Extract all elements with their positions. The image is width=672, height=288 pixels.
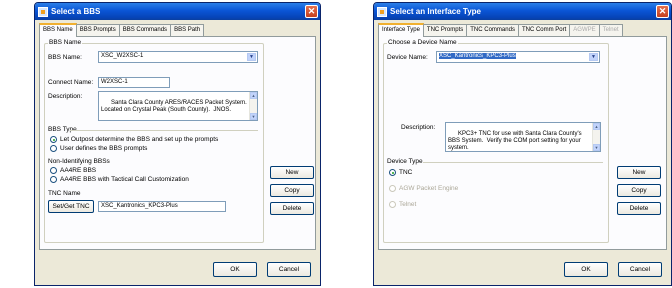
radio-dot[interactable] <box>389 169 396 176</box>
bbs-name-combo[interactable]: XSC_W2XSC-1 ▼ <box>98 51 258 63</box>
ok-button[interactable]: OK <box>564 262 608 277</box>
new-button[interactable]: New <box>617 166 661 179</box>
radio-dot[interactable] <box>50 176 57 183</box>
radio-dot[interactable] <box>50 136 57 143</box>
chevron-down-icon[interactable]: ▼ <box>247 53 256 61</box>
tab-bbs-name[interactable]: BBS Name <box>39 23 77 37</box>
description-label: Description: <box>48 93 83 100</box>
tab-strip: BBS Name BBS Prompts BBS Commands BBS Pa… <box>39 23 316 37</box>
radio-label: AGW Packet Engine <box>399 185 459 192</box>
scroll-up-icon[interactable]: ▲ <box>593 123 600 130</box>
bbs-name-label: BBS Name: <box>48 54 82 61</box>
ok-button[interactable]: OK <box>213 262 257 277</box>
delete-button[interactable]: Delete <box>617 202 661 215</box>
tab-interface-type[interactable]: Interface Type <box>378 23 424 37</box>
bbs-name-group <box>44 43 264 243</box>
device-name-label: Device Name: <box>387 54 428 61</box>
radio-aa4re-tactical[interactable]: AA4RE BBS with Tactical Call Customizati… <box>50 176 189 183</box>
non-identifying-label: Non-Identifying BBSs <box>48 158 110 165</box>
description-value: KPC3+ TNC for use with Santa Clara Count… <box>448 131 584 151</box>
device-name-value: XSC_Kantronics_KPC3-Plus <box>439 53 516 59</box>
scroll-down-icon[interactable]: ▼ <box>250 113 257 120</box>
app-icon <box>38 6 48 17</box>
title-bar[interactable]: Select a BBS ✕ <box>35 3 320 20</box>
radio-tnc[interactable]: TNC <box>389 169 412 176</box>
new-button[interactable]: New <box>270 166 314 179</box>
device-name-combo[interactable]: XSC_Kantronics_KPC3-Plus ▼ <box>436 51 600 63</box>
select-bbs-dialog: Select a BBS ✕ BBS Name BBS Prompts BBS … <box>34 2 321 286</box>
connect-name-label: Connect Name: <box>48 79 94 86</box>
bbs-name-group-label: BBS Name <box>48 39 83 46</box>
cancel-button[interactable]: Cancel <box>267 262 311 277</box>
connect-name-value: W2XSC-1 <box>101 79 128 85</box>
tab-page: BBS Name BBS Name: XSC_W2XSC-1 ▼ Connect… <box>39 36 316 250</box>
radio-label: Let Outpost determine the BBS and set up… <box>60 136 219 143</box>
description-textarea[interactable]: KPC3+ TNC for use with Santa Clara Count… <box>445 122 601 152</box>
radio-user-defines[interactable]: User defines the BBS prompts <box>50 145 147 152</box>
dialog-title: Select a BBS <box>51 7 101 16</box>
bbs-type-divider <box>70 130 258 131</box>
app-icon <box>377 6 387 17</box>
radio-label: AA4RE BBS <box>60 167 97 174</box>
scroll-down-icon[interactable]: ▼ <box>593 144 600 151</box>
dialog-title: Select an Interface Type <box>390 7 481 16</box>
close-icon[interactable]: ✕ <box>656 5 669 18</box>
radio-agw-packet-engine: AGW Packet Engine <box>389 185 458 192</box>
scroll-up-icon[interactable]: ▲ <box>250 92 257 99</box>
tnc-name-input[interactable]: XSC_Kantronics_KPC3-Plus <box>98 201 226 212</box>
radio-label: User defines the BBS prompts <box>60 145 148 152</box>
radio-dot <box>389 201 396 208</box>
description-scrollbar[interactable]: ▲ ▼ <box>592 123 600 151</box>
radio-label: TNC <box>399 169 413 176</box>
device-type-label: Device Type <box>387 158 423 165</box>
copy-button[interactable]: Copy <box>270 184 314 197</box>
radio-dot <box>389 185 396 192</box>
chevron-down-icon[interactable]: ▼ <box>589 53 598 61</box>
cancel-button[interactable]: Cancel <box>618 262 662 277</box>
radio-dot[interactable] <box>50 167 57 174</box>
device-type-divider <box>423 162 603 163</box>
radio-telnet: Telnet <box>389 201 416 208</box>
delete-button[interactable]: Delete <box>270 202 314 215</box>
set-get-tnc-button[interactable]: Set/Get TNC <box>48 200 94 213</box>
radio-aa4re-bbs[interactable]: AA4RE BBS <box>50 167 96 174</box>
device-name-group-label: Choose a Device Name <box>387 39 458 46</box>
close-icon[interactable]: ✕ <box>305 5 318 18</box>
tnc-name-label: TNC Name <box>48 190 81 197</box>
copy-button[interactable]: Copy <box>617 184 661 197</box>
radio-label: Telnet <box>399 201 417 208</box>
description-textarea[interactable]: Santa Clara County ARES/RACES Packet Sys… <box>98 91 258 121</box>
radio-dot[interactable] <box>50 145 57 152</box>
tab-strip: Interface Type TNC Prompts TNC Commands … <box>378 23 667 37</box>
select-interface-type-dialog: Select an Interface Type ✕ Interface Typ… <box>373 2 672 286</box>
description-label: Description: <box>401 124 436 131</box>
title-bar[interactable]: Select an Interface Type ✕ <box>374 3 671 20</box>
tab-page: Choose a Device Name Device Name: XSC_Ka… <box>378 36 667 250</box>
radio-outpost-determines[interactable]: Let Outpost determine the BBS and set up… <box>50 136 218 143</box>
radio-label: AA4RE BBS with Tactical Call Customizati… <box>60 176 189 183</box>
tnc-name-value: XSC_Kantronics_KPC3-Plus <box>101 203 178 209</box>
description-scrollbar[interactable]: ▲ ▼ <box>249 92 257 120</box>
connect-name-input[interactable]: W2XSC-1 <box>98 77 170 88</box>
description-value: Santa Clara County ARES/RACES Packet Sys… <box>101 100 247 113</box>
bbs-name-value: XSC_W2XSC-1 <box>101 53 144 59</box>
